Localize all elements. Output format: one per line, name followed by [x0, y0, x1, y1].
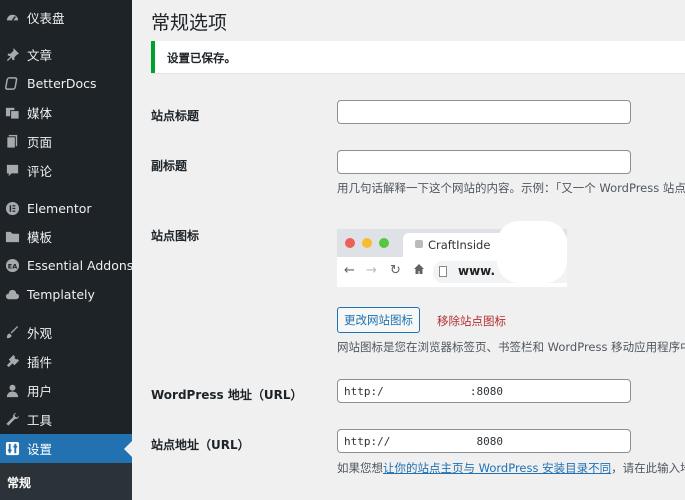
site-icon-description: 网站图标是您在浏览器标签页、书签栏和 WordPress 移动应用程序中	[337, 340, 685, 354]
sidebar-item-label: Elementor	[27, 201, 92, 216]
current-menu-arrow	[124, 441, 132, 457]
sidebar-item-pages[interactable]: 页面	[0, 127, 132, 156]
sidebar-item-label: 页面	[27, 135, 53, 150]
address-bar-url: www.	[458, 264, 496, 278]
dashboard-icon	[4, 10, 20, 26]
sidebar-item-label: 用户	[27, 384, 53, 399]
settings-submenu: 常规	[0, 463, 132, 500]
media-icon	[4, 105, 20, 121]
sidebar-item-label: 模板	[27, 230, 53, 245]
cloud-icon	[4, 287, 20, 303]
sidebar-item-appearance[interactable]: 外观	[0, 318, 132, 347]
site-address-description: 如果您想让你的站点主页与 WordPress 安装目录不同，请在此输入地	[337, 460, 685, 476]
sidebar-item-label: 外观	[27, 326, 53, 341]
sidebar-item-comments[interactable]: 评论	[0, 156, 132, 185]
sidebar-item-templates[interactable]: 模板	[0, 222, 132, 251]
favicon-icon	[415, 240, 423, 248]
remove-site-icon-link[interactable]: 移除站点图标	[437, 313, 506, 329]
brush-icon	[4, 325, 20, 341]
ea-icon: EA	[4, 258, 20, 274]
plugin-icon	[4, 354, 20, 370]
sidebar-item-templately[interactable]: Templately	[0, 280, 132, 309]
user-icon	[4, 383, 20, 399]
sidebar-item-users[interactable]: 用户	[0, 376, 132, 405]
browser-tab-title: CraftInside	[428, 238, 491, 252]
sidebar-item-label: 设置	[27, 442, 53, 457]
site-icon-label: 站点图标	[151, 229, 200, 243]
sidebar-item-posts[interactable]: 文章	[0, 40, 132, 69]
sidebar-item-plugins[interactable]: 插件	[0, 347, 132, 376]
site-icon-image	[497, 221, 567, 283]
window-close-dot	[345, 238, 355, 248]
reload-icon: ↻	[390, 263, 401, 278]
change-site-icon-button[interactable]: 更改网站图标	[337, 307, 420, 333]
tagline-description: 用几句话解释一下这个网站的内容。示例：「又一个 WordPress 站点	[337, 181, 685, 195]
sidebar-item-label: 评论	[27, 164, 53, 179]
site-title-label: 站点标题	[151, 109, 200, 123]
page-icon	[439, 266, 447, 277]
window-maximize-dot	[379, 238, 389, 248]
page-icon	[4, 134, 20, 150]
sidebar-item-label: BetterDocs	[27, 76, 97, 91]
sidebar-item-settings[interactable]: 设置	[0, 434, 132, 463]
site-address-desc-suffix: ，请在此输入地	[611, 461, 685, 475]
wordpress-address-input[interactable]	[337, 379, 631, 403]
sidebar-item-betterdocs[interactable]: BetterDocs	[0, 69, 132, 98]
sidebar-item-elementor[interactable]: Elementor	[0, 194, 132, 223]
site-address-desc-prefix: 如果您想	[337, 461, 383, 475]
settings-icon	[4, 441, 20, 457]
wrench-icon	[4, 412, 20, 428]
sidebar-item-essential-addons[interactable]: EA Essential Addons	[0, 251, 134, 280]
admin-sidebar: 仪表盘 文章 BetterDocs 媒体 页面 评论 Elementor 模板 …	[0, 0, 134, 500]
sidebar-item-label: Essential Addons	[27, 258, 134, 273]
site-address-help-link[interactable]: 让你的站点主页与 WordPress 安装目录不同	[383, 461, 611, 475]
home-icon	[413, 263, 425, 279]
elementor-icon	[4, 201, 20, 217]
tagline-input[interactable]	[337, 150, 631, 174]
sidebar-item-label: 文章	[27, 48, 53, 63]
window-minimize-dot	[362, 238, 372, 248]
tagline-label: 副标题	[151, 159, 188, 173]
page-title: 常规选项	[151, 12, 228, 34]
docs-icon	[4, 76, 20, 92]
svg-text:EA: EA	[7, 262, 17, 270]
pin-icon	[4, 47, 20, 63]
submenu-item-general[interactable]: 常规	[7, 474, 31, 491]
wordpress-address-label: WordPress 地址（URL）	[151, 388, 303, 402]
sidebar-item-tools[interactable]: 工具	[0, 405, 132, 434]
sidebar-item-label: 插件	[27, 355, 53, 370]
sidebar-item-label: Templately	[27, 287, 95, 302]
back-arrow-icon: ←	[344, 263, 355, 278]
forward-arrow-icon: →	[366, 263, 377, 278]
sidebar-item-label: 仪表盘	[27, 11, 65, 26]
comment-icon	[4, 163, 20, 179]
settings-saved-notice: 设置已保存。	[151, 41, 685, 73]
folder-icon	[4, 229, 20, 245]
sidebar-item-media[interactable]: 媒体	[0, 98, 132, 127]
notice-text: 设置已保存。	[167, 51, 236, 65]
sidebar-item-label: 媒体	[27, 106, 53, 121]
site-address-input[interactable]	[337, 429, 631, 453]
site-address-label: 站点地址（URL）	[151, 438, 250, 452]
sidebar-item-dashboard[interactable]: 仪表盘	[0, 3, 132, 32]
sidebar-item-label: 工具	[27, 413, 53, 428]
site-title-input[interactable]	[337, 100, 631, 124]
